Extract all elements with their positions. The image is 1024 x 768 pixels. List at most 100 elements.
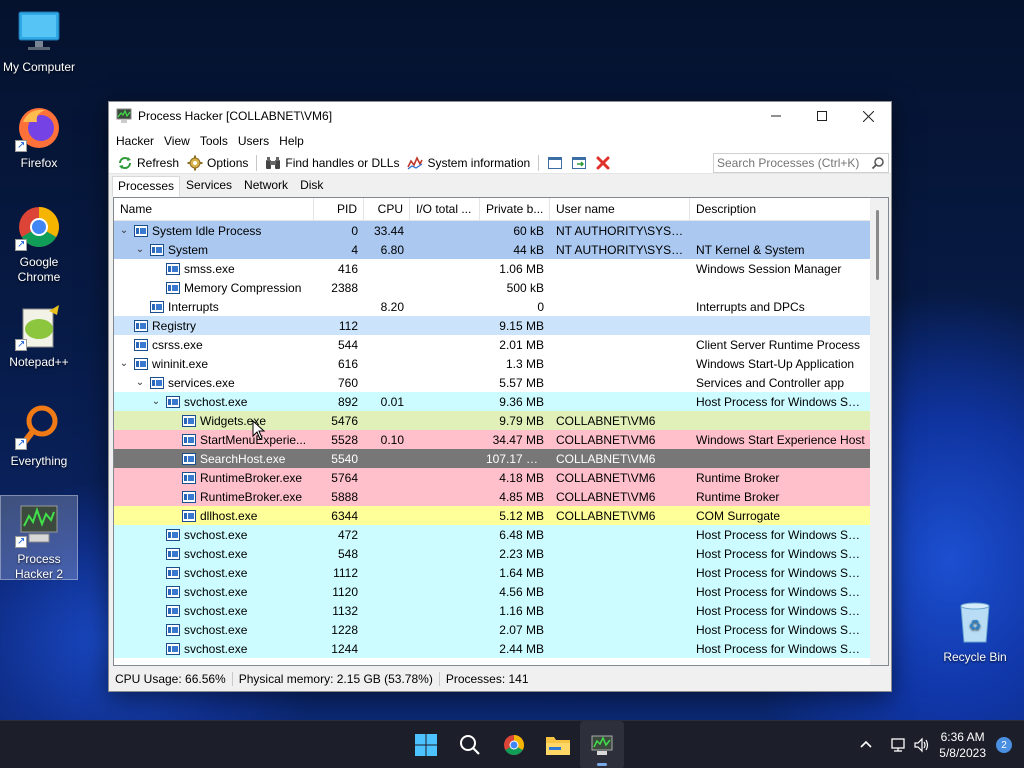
column-header-io-total[interactable]: I/O total ... <box>410 198 480 220</box>
process-row[interactable]: ⌄ svchost.exe 892 0.01 9.36 MB Host Process f… <box>114 392 871 411</box>
desktop-icon-my-computer[interactable]: My Computer <box>0 8 78 75</box>
process-icon <box>182 490 196 503</box>
process-name: RuntimeBroker.exe <box>200 470 303 485</box>
chevron-up-icon[interactable] <box>859 738 873 752</box>
process-icon <box>166 642 180 655</box>
process-row[interactable]: RuntimeBroker.exe 5888 4.85 MB COLLABNET\VM… <box>114 487 871 506</box>
column-header-cpu[interactable]: CPU <box>364 198 410 220</box>
menu-users[interactable]: Users <box>233 134 274 148</box>
process-row[interactable]: RuntimeBroker.exe 5764 4.18 MB COLLABNET\VM… <box>114 468 871 487</box>
search-processes-box[interactable] <box>713 153 889 173</box>
vertical-scrollbar[interactable] <box>870 198 888 665</box>
find-handles-button[interactable]: Find handles or DLLs <box>261 153 403 173</box>
status-process-count: Processes: 141 <box>445 672 529 686</box>
windows-logo-icon <box>415 734 437 756</box>
column-header-user-name[interactable]: User name <box>550 198 690 220</box>
close-icon <box>862 110 874 122</box>
scrollbar-thumb[interactable] <box>876 210 879 280</box>
menu-tools[interactable]: Tools <box>195 134 233 148</box>
expand-chevron-icon[interactable]: ⌄ <box>118 358 130 369</box>
window-view-button[interactable] <box>543 153 567 173</box>
desktop-icon-everything[interactable]: Everything <box>0 402 78 469</box>
process-row[interactable]: svchost.exe 548 2.23 MB Host Process for Wi… <box>114 544 871 563</box>
expand-chevron-icon[interactable]: ⌄ <box>134 377 146 388</box>
process-private-bytes: 9.79 MB <box>499 413 544 428</box>
process-private-bytes: 34.47 MB <box>492 432 544 447</box>
refresh-button[interactable]: Refresh <box>113 153 183 173</box>
volume-icon[interactable] <box>913 737 931 753</box>
desktop-icon-firefox[interactable]: Firefox <box>0 104 78 171</box>
search-icon[interactable] <box>871 156 885 170</box>
process-row[interactable]: csrss.exe 544 2.01 MB Client Server Runtime… <box>114 335 871 354</box>
notification-badge[interactable]: 2 <box>996 737 1012 753</box>
process-row[interactable]: svchost.exe 472 6.48 MB Host Process for Wi… <box>114 525 871 544</box>
column-header-private-bytes[interactable]: Private b... <box>480 198 550 220</box>
process-name: System Idle Process <box>152 223 262 238</box>
tab-services[interactable]: Services <box>180 175 238 196</box>
taskbar-search-button[interactable] <box>448 721 492 768</box>
expand-chevron-icon[interactable]: ⌄ <box>134 244 146 255</box>
tab-disk[interactable]: Disk <box>294 175 329 196</box>
process-row[interactable]: dllhost.exe 6344 5.12 MB COLLABNET\VM6 COM S… <box>114 506 871 525</box>
process-row[interactable]: svchost.exe 1120 4.56 MB Host Process for W… <box>114 582 871 601</box>
network-icon[interactable] <box>889 737 907 753</box>
desktop-icon-chrome[interactable]: Google Chrome <box>0 203 78 285</box>
process-tree-list[interactable]: Name PID CPU I/O total ... Private b... … <box>113 197 889 666</box>
column-header-name[interactable]: Name <box>114 198 314 220</box>
process-row[interactable]: ⌄ System 4 6.80 44 kB NT AUTHORITY\SYSTEM NT K… <box>114 240 871 259</box>
menu-hacker[interactable]: Hacker <box>111 134 159 148</box>
window-go-button[interactable] <box>567 153 591 173</box>
taskbar-clock[interactable]: 6:36 AM 5/8/2023 <box>939 729 986 761</box>
process-row[interactable]: ⌄ services.exe 760 5.57 MB Services and Cont… <box>114 373 871 392</box>
process-name-cell: RuntimeBroker.exe <box>114 490 314 504</box>
process-user-name: NT AUTHORITY\SYSTEM <box>556 242 690 257</box>
process-user-name: COLLABNET\VM6 <box>556 489 656 504</box>
column-header-description[interactable]: Description <box>690 198 871 220</box>
search-processes-input[interactable] <box>717 156 867 170</box>
close-button[interactable] <box>845 102 891 130</box>
taskbar-process-hacker[interactable] <box>580 721 624 768</box>
process-row[interactable]: svchost.exe 1112 1.64 MB Host Process for W… <box>114 563 871 582</box>
process-row[interactable]: Widgets.exe 5476 9.79 MB COLLABNET\VM6 <box>114 411 871 430</box>
process-row[interactable]: SearchHost.exe 5540 107.17 MB COLLABNET\VM6 <box>114 449 871 468</box>
tab-network[interactable]: Network <box>238 175 294 196</box>
process-row[interactable]: svchost.exe 1244 2.44 MB Host Process for W… <box>114 639 871 658</box>
desktop-icon-recycle-bin[interactable]: ♻ Recycle Bin <box>936 598 1014 665</box>
process-row[interactable]: smss.exe 416 1.06 MB Windows Session Manage… <box>114 259 871 278</box>
taskbar-chrome[interactable] <box>492 721 536 768</box>
process-icon <box>182 414 196 427</box>
taskbar-file-explorer[interactable] <box>536 721 580 768</box>
process-row[interactable]: Memory Compression 2388 500 kB <box>114 278 871 297</box>
menu-view[interactable]: View <box>159 134 195 148</box>
process-pid: 112 <box>338 318 358 333</box>
process-description: COM Surrogate <box>696 508 781 523</box>
expand-chevron-icon[interactable]: ⌄ <box>150 396 162 407</box>
process-row[interactable]: Registry 112 9.15 MB <box>114 316 871 335</box>
terminate-button[interactable] <box>591 153 615 173</box>
process-hacker-icon <box>15 500 63 549</box>
options-button[interactable]: Options <box>183 153 252 173</box>
process-name: svchost.exe <box>184 394 248 409</box>
process-row[interactable]: StartMenuExperie... 5528 0.10 34.47 MB COLLA… <box>114 430 871 449</box>
desktop-icon-process-hacker[interactable]: Process Hacker 2 <box>0 495 78 581</box>
process-row[interactable]: svchost.exe 1132 1.16 MB Host Process for W… <box>114 601 871 620</box>
process-row[interactable]: Interrupts 8.20 0 Interrupts and DPCs <box>114 297 871 316</box>
expand-chevron-icon[interactable]: ⌄ <box>118 225 130 236</box>
minimize-button[interactable] <box>753 102 799 130</box>
process-private-bytes: 1.16 MB <box>499 603 544 618</box>
refresh-label: Refresh <box>137 155 180 170</box>
system-information-button[interactable]: System information <box>403 153 534 173</box>
desktop-icon-notepadpp[interactable]: Notepad++ <box>0 303 78 370</box>
menu-help[interactable]: Help <box>274 134 309 148</box>
column-header-pid[interactable]: PID <box>314 198 364 220</box>
process-row[interactable]: svchost.exe 1228 2.07 MB Host Process for W… <box>114 620 871 639</box>
process-row[interactable]: ⌄ wininit.exe 616 1.3 MB Windows Start-Up Ap… <box>114 354 871 373</box>
tab-processes[interactable]: Processes <box>112 176 181 197</box>
window-titlebar[interactable]: Process Hacker [COLLABNET\VM6] <box>109 102 891 130</box>
process-row[interactable]: ⌄ System Idle Process 0 33.44 60 kB NT AUTHOR… <box>114 221 871 240</box>
clock-time: 6:36 AM <box>940 730 985 744</box>
shortcut-arrow-icon <box>15 436 27 451</box>
process-pid: 544 <box>337 337 358 352</box>
maximize-button[interactable] <box>799 102 845 130</box>
start-button[interactable] <box>404 721 448 768</box>
